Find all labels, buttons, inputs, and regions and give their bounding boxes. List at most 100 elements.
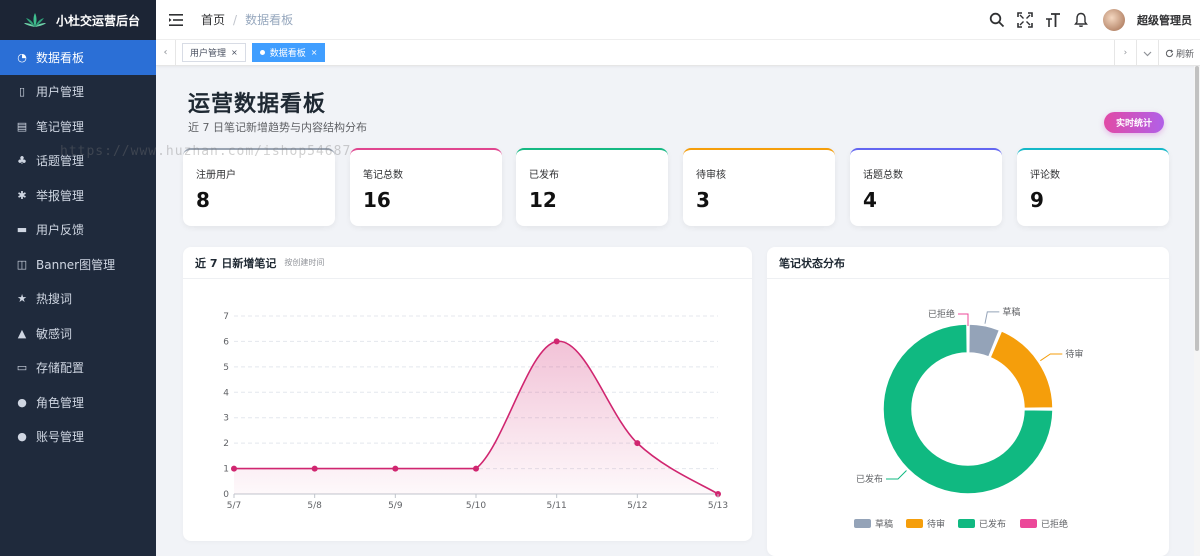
sidebar: 小杜交运营后台 ◔ 数据看板 ▯ 用户管理 ▤ 笔记管理 ♣ 话题管理 ✱ 举报管理 ▬ 用户反馈 ◫ B… bbox=[0, 0, 156, 556]
breadcrumb-home[interactable]: 首页 bbox=[201, 11, 225, 28]
x-tick-label: 5/7 bbox=[227, 501, 241, 511]
bug-icon: ✱ bbox=[17, 188, 27, 202]
label-leader bbox=[1040, 353, 1063, 362]
line-chart: 0 1 2 3 4 5 6 7 5/7 5/8 5/9 5/10 5/11 5/12 5/13 bbox=[223, 312, 728, 511]
tag-label: 用户管理 bbox=[190, 49, 227, 59]
font-size-icon[interactable] bbox=[1045, 12, 1061, 28]
sidebar-item-0[interactable]: ◔ 数据看板 bbox=[0, 40, 156, 75]
username[interactable]: 超级管理员 bbox=[1137, 12, 1192, 28]
sidebar-item-1[interactable]: ▯ 用户管理 bbox=[0, 75, 156, 110]
stat-label: 笔记总数 bbox=[363, 170, 403, 181]
users-icon: ● bbox=[17, 395, 27, 409]
stat-card: 待审核 3 bbox=[683, 148, 835, 226]
x-tick-label: 5/10 bbox=[466, 501, 486, 511]
sidebar-item-11[interactable]: ● 账号管理 bbox=[0, 420, 156, 455]
x-tick-label: 5/9 bbox=[388, 501, 403, 511]
sidebar-item-7[interactable]: ★ 热搜词 bbox=[0, 282, 156, 317]
legend-swatch bbox=[1020, 519, 1037, 528]
sidebar-item-2[interactable]: ▤ 笔记管理 bbox=[0, 109, 156, 144]
label-leader bbox=[984, 311, 1000, 324]
sidebar-item-label: 用户管理 bbox=[36, 85, 85, 100]
sidebar-item-label: 笔记管理 bbox=[36, 119, 85, 134]
x-tick-label: 5/11 bbox=[547, 501, 567, 511]
sidebar-item-10[interactable]: ● 角色管理 bbox=[0, 385, 156, 420]
legend-label: 已拒绝 bbox=[1041, 518, 1068, 530]
scrollbar-thumb[interactable] bbox=[1195, 66, 1199, 351]
stat-label: 已发布 bbox=[529, 170, 559, 181]
hamburger-icon[interactable] bbox=[169, 13, 183, 26]
y-tick-label: 2 bbox=[223, 439, 229, 449]
active-dot-icon bbox=[259, 50, 265, 55]
tags-dropdown-button[interactable] bbox=[1135, 40, 1158, 66]
vertical-scrollbar[interactable] bbox=[1194, 66, 1200, 556]
breadcrumb: 首页 / 数据看板 bbox=[201, 11, 293, 28]
book-icon: ◫ bbox=[16, 257, 28, 271]
fullscreen-icon[interactable] bbox=[1017, 12, 1033, 28]
legend-label: 草稿 bbox=[875, 518, 893, 530]
sidebar-item-8[interactable]: ▲ 敏感词 bbox=[0, 316, 156, 351]
top-header: 首页 / 数据看板 超级管理员 bbox=[156, 0, 1200, 40]
logo-icon bbox=[24, 13, 46, 27]
stat-card: 话题总数 4 bbox=[850, 148, 1002, 226]
data-point bbox=[392, 465, 399, 472]
stat-card: 笔记总数 16 bbox=[350, 148, 502, 226]
monitor-icon: ▭ bbox=[16, 361, 28, 375]
pie-chart-title: 笔记状态分布 bbox=[779, 256, 845, 270]
x-tick-label: 5/12 bbox=[627, 501, 647, 511]
stat-label: 待审核 bbox=[696, 170, 726, 181]
sidebar-item-9[interactable]: ▭ 存储配置 bbox=[0, 351, 156, 386]
tag-user-management[interactable]: 用户管理 × bbox=[182, 43, 246, 62]
stat-value: 16 bbox=[363, 188, 391, 212]
stat-value: 4 bbox=[863, 188, 877, 212]
tag-label: 数据看板 bbox=[269, 49, 306, 59]
sidebar-item-label: 敏感词 bbox=[36, 326, 73, 341]
breadcrumb-current: 数据看板 bbox=[245, 13, 294, 27]
sitemap-icon: ♣ bbox=[17, 154, 27, 168]
sidebar-item-5[interactable]: ▬ 用户反馈 bbox=[0, 213, 156, 248]
line-chart-panel: 近 7 日新增笔记 按创建时间 0 1 2 3 4 5 6 7 5/7 5/8 5/9 5/10 5/1… bbox=[183, 247, 752, 541]
note-icon: ▤ bbox=[16, 119, 28, 133]
slice-label: 已拒绝 bbox=[928, 308, 955, 320]
legend-label: 已发布 bbox=[979, 518, 1006, 530]
sidebar-item-4[interactable]: ✱ 举报管理 bbox=[0, 178, 156, 213]
sidebar-item-3[interactable]: ♣ 话题管理 bbox=[0, 144, 156, 179]
avatar[interactable] bbox=[1103, 9, 1125, 31]
header-actions: 超级管理员 bbox=[989, 0, 1200, 40]
refresh-button[interactable]: 刷新 bbox=[1157, 40, 1200, 66]
slice-label: 待审 bbox=[1065, 348, 1083, 360]
sidebar-item-label: 话题管理 bbox=[36, 154, 85, 169]
search-icon[interactable] bbox=[989, 12, 1005, 28]
sidebar-menu: ◔ 数据看板 ▯ 用户管理 ▤ 笔记管理 ♣ 话题管理 ✱ 举报管理 ▬ 用户反馈 ◫ Banner图管理… bbox=[0, 40, 156, 454]
data-point bbox=[231, 465, 237, 472]
data-point bbox=[634, 440, 641, 447]
stat-label: 注册用户 bbox=[196, 170, 236, 181]
tags-scroll-right-button[interactable]: › bbox=[1113, 40, 1136, 66]
bell-icon[interactable] bbox=[1073, 12, 1089, 28]
y-tick-label: 1 bbox=[223, 465, 229, 475]
data-point bbox=[473, 465, 479, 472]
realtime-stats-badge[interactable]: 实时统计 bbox=[1104, 112, 1164, 133]
stat-card: 已发布 12 bbox=[516, 148, 668, 226]
lock-icon: ▲ bbox=[17, 326, 27, 340]
slice-label: 草稿 bbox=[1002, 306, 1020, 318]
refresh-label: 刷新 bbox=[1175, 49, 1194, 60]
stat-label: 话题总数 bbox=[863, 170, 903, 181]
stat-value: 3 bbox=[696, 188, 710, 212]
pie-slice bbox=[989, 329, 1054, 410]
comment-icon: ▬ bbox=[16, 223, 28, 237]
x-tick-label: 5/13 bbox=[708, 501, 728, 511]
pie-chart-panel: 笔记状态分布 草稿 待审 已发布 已拒绝 草稿 待审 已发布 已拒绝 bbox=[767, 247, 1169, 556]
tags-scroll-left-button[interactable]: ‹ bbox=[156, 39, 176, 66]
brand[interactable]: 小杜交运营后台 bbox=[0, 0, 156, 40]
close-icon[interactable]: × bbox=[311, 48, 318, 57]
stat-value: 9 bbox=[1030, 188, 1044, 212]
legend-swatch bbox=[958, 519, 975, 528]
breadcrumb-separator: / bbox=[233, 12, 238, 27]
tag-dashboard[interactable]: 数据看板 × bbox=[251, 43, 326, 62]
data-point bbox=[553, 338, 560, 345]
y-tick-label: 7 bbox=[223, 312, 229, 322]
sidebar-item-6[interactable]: ◫ Banner图管理 bbox=[0, 247, 156, 282]
slice-label: 已发布 bbox=[856, 473, 883, 485]
user-icon: ● bbox=[17, 430, 27, 444]
close-icon[interactable]: × bbox=[231, 48, 238, 57]
